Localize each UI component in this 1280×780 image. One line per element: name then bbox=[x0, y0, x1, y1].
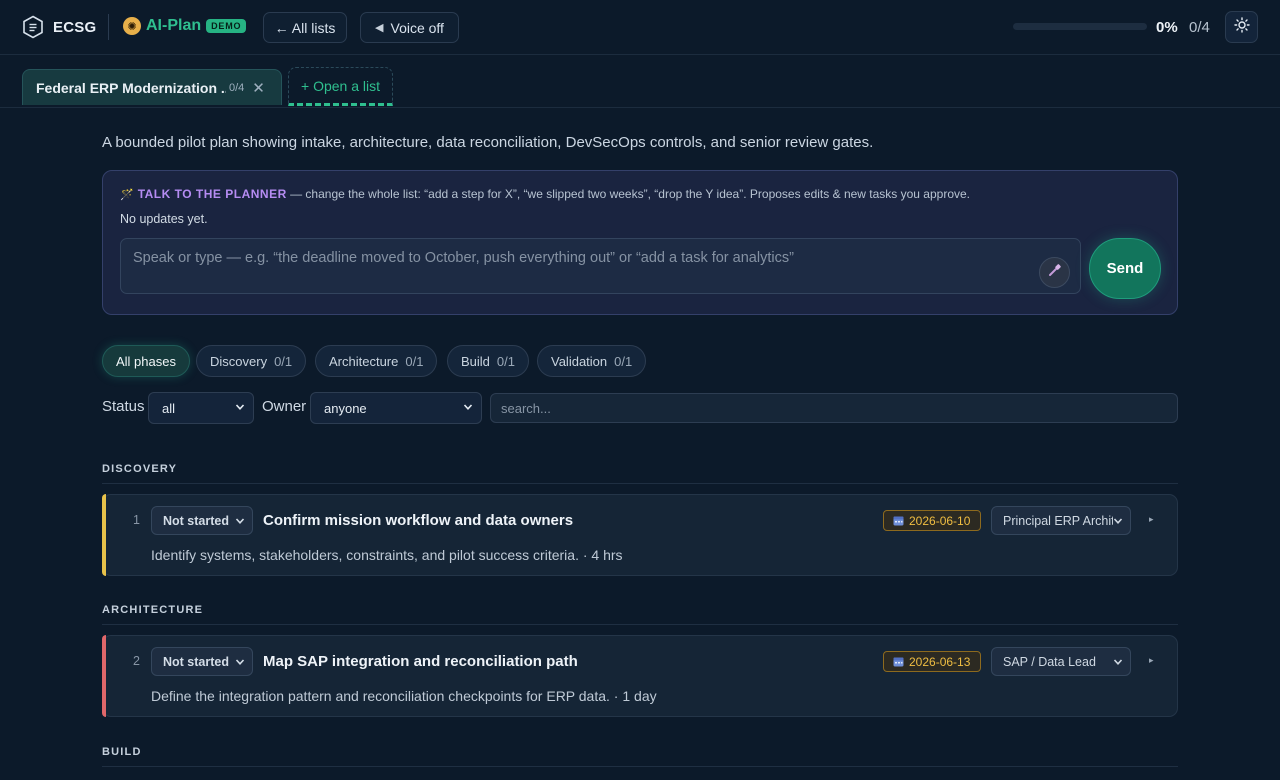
chevron-down-icon bbox=[463, 404, 473, 410]
task-owner-value: Principal ERP Architect bbox=[1003, 513, 1119, 528]
phase-chip-count: 0/1 bbox=[614, 353, 633, 369]
task-accent bbox=[102, 494, 106, 576]
phase-chip-label: Validation bbox=[551, 353, 608, 369]
task-due-date-value: 2026-06-13 bbox=[909, 654, 971, 669]
task-number: 1 bbox=[133, 513, 140, 527]
status-filter-select[interactable]: all bbox=[148, 392, 254, 424]
phase-chip-label: All phases bbox=[116, 353, 176, 369]
mic-icon bbox=[1048, 263, 1062, 282]
voice-label: Voice off bbox=[390, 19, 444, 36]
chevron-down-icon bbox=[235, 659, 245, 665]
tab-active-list[interactable]: Federal ERP Modernization ... 0/4 ✕ bbox=[22, 69, 282, 105]
sun-icon bbox=[1233, 16, 1250, 38]
phase-chip-all[interactable]: All phases bbox=[102, 345, 190, 377]
close-icon[interactable]: ✕ bbox=[252, 79, 265, 97]
phase-chip-count: 0/1 bbox=[496, 353, 515, 369]
planner-label: TALK TO THE PLANNER bbox=[137, 187, 287, 201]
open-list-tab[interactable]: + Open a list bbox=[288, 67, 393, 106]
task-details: Identify systems, stakeholders, constrai… bbox=[151, 547, 623, 563]
phase-chip-count: 0/1 bbox=[405, 353, 424, 369]
phase-chip-discovery[interactable]: Discovery 0/1 bbox=[196, 345, 307, 377]
section-title-discovery: DISCOVERY bbox=[102, 463, 178, 475]
task-due-date[interactable]: 2026-06-13 bbox=[883, 651, 981, 672]
top-bar: ECSG ✺ AI-Plan DEMO ← All lists ◀ Voice … bbox=[0, 0, 1280, 55]
task-status-value: Not started bbox=[163, 513, 229, 528]
expand-triangle-icon[interactable]: ▸ bbox=[1149, 514, 1154, 525]
brand[interactable]: ECSG bbox=[22, 15, 96, 39]
phase-chip-label: Discovery bbox=[210, 353, 268, 369]
app-title: ✺ AI-Plan DEMO bbox=[123, 17, 247, 35]
wand-icon: 🪄 bbox=[120, 189, 134, 201]
send-button[interactable]: Send bbox=[1089, 238, 1161, 299]
task-status-select[interactable]: Not started bbox=[151, 647, 253, 676]
section-divider bbox=[102, 624, 1178, 625]
ecsg-logo-icon bbox=[22, 15, 44, 39]
task-number: 2 bbox=[133, 654, 140, 668]
task-card[interactable]: 1 Not started Confirm mission workflow a… bbox=[102, 494, 1178, 576]
list-tabs-bar: Federal ERP Modernization ... 0/4 ✕ + Op… bbox=[0, 55, 1280, 108]
compass-icon: ✺ bbox=[123, 17, 141, 35]
progress-bar bbox=[1013, 23, 1147, 30]
planner-panel: 🪄 TALK TO THE PLANNER — change the whole … bbox=[102, 170, 1178, 315]
task-details: Define the integration pattern and recon… bbox=[151, 688, 657, 704]
phase-chip-count: 0/1 bbox=[274, 353, 293, 369]
all-lists-button[interactable]: ← All lists bbox=[263, 12, 347, 43]
planner-input[interactable] bbox=[120, 238, 1081, 294]
section-divider bbox=[102, 766, 1178, 767]
section-title-build: BUILD bbox=[102, 746, 142, 758]
planner-header: 🪄 TALK TO THE PLANNER — change the whole … bbox=[120, 187, 970, 201]
progress-count: 0/4 bbox=[1189, 19, 1210, 36]
task-owner-select[interactable]: SAP / Data Lead bbox=[991, 647, 1131, 676]
owner-filter-value: anyone bbox=[324, 400, 367, 416]
calendar-icon bbox=[893, 657, 904, 667]
task-status-select[interactable]: Not started bbox=[151, 506, 253, 535]
search-input[interactable] bbox=[490, 393, 1178, 423]
tab-title: Federal ERP Modernization ... bbox=[36, 79, 226, 96]
list-description: A bounded pilot plan showing intake, arc… bbox=[102, 134, 874, 151]
task-owner-value: SAP / Data Lead bbox=[1003, 654, 1096, 669]
chevron-down-icon bbox=[1113, 516, 1123, 526]
owner-filter-select[interactable]: anyone bbox=[310, 392, 482, 424]
chevron-down-icon bbox=[235, 518, 245, 524]
task-due-date[interactable]: 2026-06-10 bbox=[883, 510, 981, 531]
task-due-date-value: 2026-06-10 bbox=[909, 513, 971, 528]
app-name: AI-Plan bbox=[146, 17, 202, 34]
planner-status: No updates yet. bbox=[120, 212, 208, 226]
phase-chip-build[interactable]: Build 0/1 bbox=[447, 345, 529, 377]
voice-toggle-button[interactable]: ◀ Voice off bbox=[360, 12, 459, 43]
demo-badge: DEMO bbox=[206, 19, 247, 33]
expand-triangle-icon[interactable]: ▸ bbox=[1149, 655, 1154, 666]
progress-percent: 0% bbox=[1156, 19, 1178, 36]
phase-chip-architecture[interactable]: Architecture 0/1 bbox=[315, 345, 438, 377]
phase-chip-label: Architecture bbox=[329, 353, 399, 369]
task-accent bbox=[102, 635, 106, 717]
section-title-architecture: ARCHITECTURE bbox=[102, 604, 204, 616]
planner-help: — change the whole list: “add a step for… bbox=[286, 187, 971, 201]
task-status-value: Not started bbox=[163, 654, 229, 669]
task-title: Map SAP integration and reconciliation p… bbox=[263, 653, 578, 670]
brand-name: ECSG bbox=[53, 18, 97, 36]
task-title: Confirm mission workflow and data owners bbox=[263, 512, 574, 529]
theme-toggle-button[interactable] bbox=[1225, 11, 1258, 43]
phase-chip-label: Build bbox=[461, 353, 490, 369]
chevron-down-icon bbox=[235, 404, 245, 410]
task-card[interactable]: 2 Not started Map SAP integration and re… bbox=[102, 635, 1178, 717]
calendar-icon bbox=[893, 516, 904, 526]
speaker-muted-icon: ◀ bbox=[375, 22, 384, 34]
mic-button[interactable] bbox=[1039, 257, 1070, 288]
task-owner-select[interactable]: Principal ERP Architect bbox=[991, 506, 1131, 535]
status-filter-value: all bbox=[162, 400, 176, 416]
section-divider bbox=[102, 483, 1178, 484]
chevron-down-icon bbox=[1113, 657, 1123, 667]
tab-count: 0/4 bbox=[229, 81, 245, 94]
status-filter-label: Status bbox=[102, 398, 145, 415]
phase-chip-validation[interactable]: Validation 0/1 bbox=[537, 345, 647, 377]
header-divider bbox=[108, 14, 109, 40]
owner-filter-label: Owner bbox=[262, 398, 307, 415]
